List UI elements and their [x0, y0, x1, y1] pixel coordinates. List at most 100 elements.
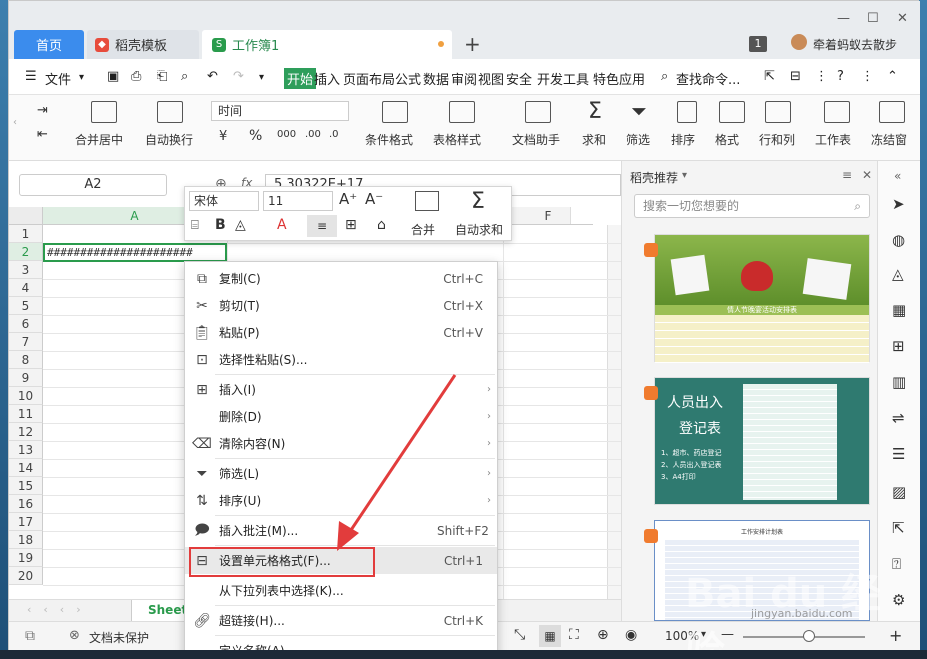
more-options-icon[interactable]: ⋮	[861, 69, 874, 84]
menu-developer[interactable]: 开发工具	[537, 69, 589, 88]
autosum-button[interactable]: 自动求和	[455, 221, 503, 238]
apps-icon[interactable]: ⊞	[892, 337, 905, 355]
clear-icon[interactable]: ⌂	[377, 217, 386, 233]
menu-insert[interactable]: 插入	[314, 69, 340, 88]
undo-icon[interactable]: ↶	[207, 69, 218, 84]
merge-icon[interactable]	[415, 191, 439, 211]
template-thumbnail-registration[interactable]: 人员出入 登记表 1、超市、药店登记 2、人员出入登记表 3、A4打印	[654, 377, 870, 505]
row-header[interactable]: 2	[9, 243, 43, 261]
row-header[interactable]: 20	[9, 567, 43, 585]
export-pdf-icon[interactable]: ⎙	[131, 69, 141, 84]
increase-decimal-icon[interactable]: .00	[305, 129, 321, 140]
column-header-f[interactable]: F	[503, 207, 593, 225]
row-header[interactable]: 10	[9, 387, 43, 405]
fill-color-icon[interactable]: ◬	[235, 217, 246, 233]
menu-copy[interactable]: ⧉ 复制(C) Ctrl+C	[185, 265, 497, 292]
row-header[interactable]: 7	[9, 333, 43, 351]
sum-button[interactable]: 求和	[582, 131, 606, 148]
row-header[interactable]: 13	[9, 441, 43, 459]
table-style-button[interactable]: 表格样式	[433, 131, 481, 148]
cell-a2[interactable]: ######################	[43, 243, 227, 262]
menu-formulas[interactable]: 公式	[395, 69, 421, 88]
worksheet-icon[interactable]	[824, 101, 850, 123]
indent-decrease-icon[interactable]: ⇤	[37, 127, 48, 142]
hamburger-icon[interactable]: ☰	[25, 69, 37, 84]
wrap-text-icon[interactable]	[157, 101, 183, 123]
row-header[interactable]: 12	[9, 423, 43, 441]
help-icon[interactable]: ?	[837, 69, 844, 84]
user-name[interactable]: 牵着蚂蚁去散步	[813, 36, 897, 53]
tab-workbook[interactable]: S 工作簿1	[202, 30, 452, 59]
share-icon[interactable]: ⇱	[892, 519, 905, 537]
filter-icon[interactable]: ⏷	[631, 99, 647, 123]
filter-button[interactable]: 筛选	[626, 131, 650, 148]
quick-access-dropdown-icon[interactable]: ▾	[259, 72, 264, 83]
maximize-icon[interactable]: ☐	[867, 11, 879, 26]
menu-page-layout[interactable]: 页面布局	[343, 69, 395, 88]
row-header[interactable]: 17	[9, 513, 43, 531]
format-icon[interactable]	[719, 101, 745, 123]
template-thumbnail-valentine[interactable]: 情人节晚宴活动安排表	[654, 234, 870, 363]
redo-icon[interactable]: ↷	[233, 69, 244, 84]
row-header[interactable]: 15	[9, 477, 43, 495]
vertical-scrollbar[interactable]	[607, 225, 621, 599]
row-header[interactable]: 8	[9, 351, 43, 369]
sort-button[interactable]: 排序	[671, 131, 695, 148]
decrease-decimal-icon[interactable]: .0	[329, 129, 339, 140]
thousands-icon[interactable]: 000	[277, 129, 296, 140]
menu-review[interactable]: 审阅	[451, 69, 477, 88]
row-header[interactable]: 14	[9, 459, 43, 477]
sheet-tab-sheet1[interactable]: Sheet1	[131, 600, 191, 622]
row-header[interactable]: 18	[9, 531, 43, 549]
close-icon[interactable]: ✕	[897, 11, 908, 26]
sheet-nav-arrows-icon[interactable]: ‹‹‹›	[27, 603, 93, 616]
print-preview-icon[interactable]: ⌕	[181, 69, 188, 84]
percent-icon[interactable]: %	[249, 128, 262, 144]
wrap-text-button[interactable]: 自动换行	[145, 131, 193, 148]
eye-icon[interactable]: ◉	[625, 627, 637, 643]
shapes-icon[interactable]: ◍	[892, 231, 905, 249]
menu-start[interactable]: 开始	[284, 68, 317, 89]
collapse-ribbon-icon[interactable]: ⌃	[887, 69, 898, 84]
border-icon[interactable]: ⊞	[345, 217, 357, 233]
command-search[interactable]: 查找命令...	[676, 69, 740, 88]
table-style-icon[interactable]	[449, 101, 475, 123]
freeze-icon[interactable]	[879, 101, 905, 123]
menu-paste[interactable]: 📋︎ 粘贴(P) Ctrl+V	[185, 319, 497, 346]
tab-templates[interactable]: ◆ 稻壳模板	[87, 30, 199, 59]
doc-protect-status[interactable]: 文档未保护	[89, 629, 149, 646]
row-header[interactable]: 1	[9, 225, 43, 243]
font-name-select[interactable]: 宋体	[189, 191, 259, 211]
avatar[interactable]	[791, 34, 807, 50]
freeze-button[interactable]: 冻结窗	[871, 131, 907, 148]
indent-increase-icon[interactable]: ⇥	[37, 103, 48, 118]
row-header[interactable]: 11	[9, 405, 43, 423]
share-icon[interactable]: ⇱	[764, 69, 775, 84]
font-grow-icon[interactable]: A⁺	[339, 190, 357, 208]
doc-helper-icon[interactable]	[525, 101, 551, 123]
font-color-icon[interactable]: A	[277, 217, 287, 233]
doc-helper-button[interactable]: 文档助手	[512, 131, 560, 148]
sort-icon[interactable]	[677, 101, 697, 123]
align-center-icon[interactable]: ≡	[307, 215, 337, 237]
bold-icon[interactable]: B	[215, 217, 226, 233]
row-header[interactable]: 19	[9, 549, 43, 567]
grid-view-icon[interactable]: ▦	[539, 625, 561, 647]
row-header[interactable]: 16	[9, 495, 43, 513]
conditional-format-icon[interactable]	[382, 101, 408, 123]
page-break-icon[interactable]: ⛶	[569, 627, 579, 643]
print-icon[interactable]: ⎗	[157, 69, 167, 84]
sum-icon[interactable]: Σ	[588, 99, 602, 124]
row-header[interactable]: 5	[9, 297, 43, 315]
more-icon[interactable]: ⋮	[815, 69, 828, 84]
add-tab-button[interactable]: +	[464, 32, 481, 56]
row-header[interactable]: 6	[9, 315, 43, 333]
file-menu[interactable]: 文件	[45, 69, 71, 88]
chevron-down-icon[interactable]: ▾	[79, 72, 84, 83]
image-icon[interactable]: ▨	[892, 483, 906, 501]
style-icon[interactable]: ◬	[892, 265, 904, 283]
row-col-icon[interactable]	[765, 101, 791, 123]
row-col-button[interactable]: 行和列	[759, 131, 795, 148]
chart-icon[interactable]: ▥	[892, 373, 906, 391]
menu-security[interactable]: 安全	[506, 69, 532, 88]
